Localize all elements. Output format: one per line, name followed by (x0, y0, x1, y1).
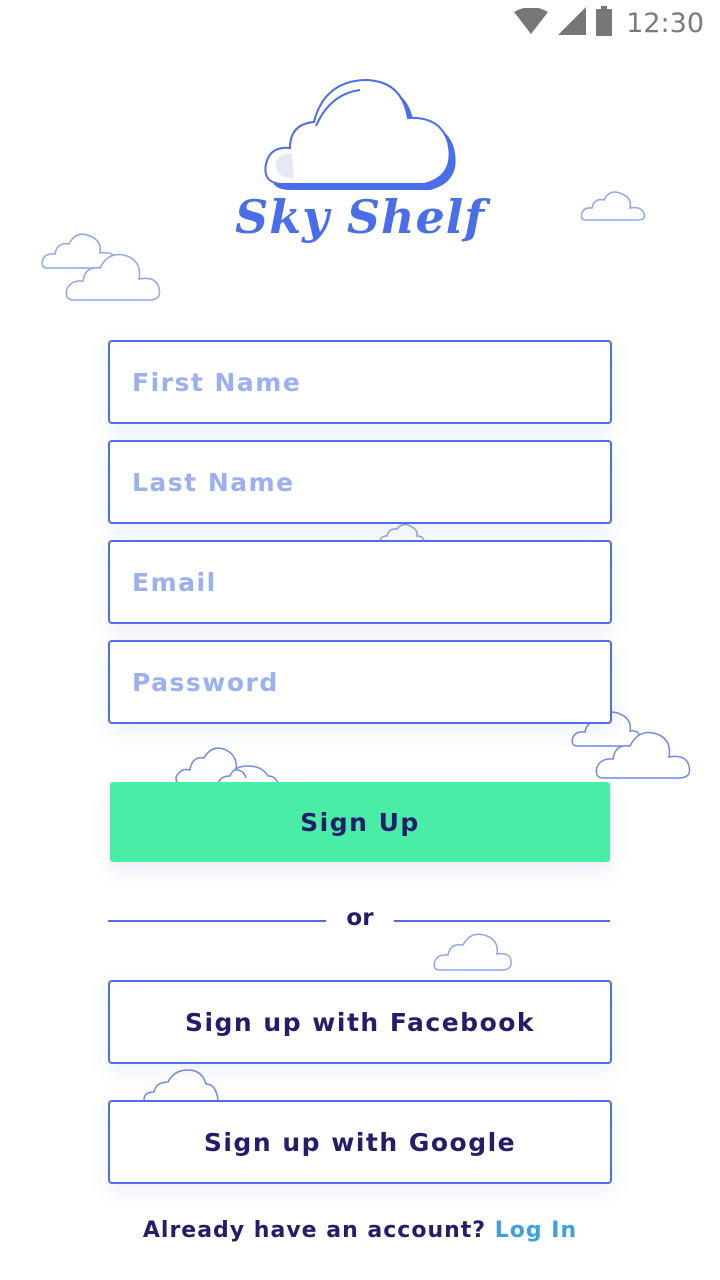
login-prompt: Already have an account? Log In (0, 1218, 720, 1243)
password-input[interactable] (110, 642, 610, 722)
divider-line-right (394, 920, 610, 922)
last-name-field[interactable] (108, 440, 612, 524)
login-link[interactable]: Log In (495, 1218, 577, 1243)
cloud-icon (65, 253, 161, 301)
divider-line-left (108, 920, 326, 922)
status-bar: 12:30 (0, 0, 720, 50)
cloud-icon (143, 1069, 219, 1101)
cloud-logo-icon (264, 78, 456, 190)
cloud-icon (433, 933, 512, 971)
cloud-icon (595, 731, 691, 779)
sign-up-button[interactable]: Sign Up (110, 782, 610, 862)
last-name-input[interactable] (110, 442, 610, 522)
divider-label: or (346, 905, 374, 931)
wifi-icon (514, 7, 549, 38)
battery-icon (596, 6, 613, 40)
google-signup-button[interactable]: Sign up with Google (108, 1100, 612, 1184)
login-prompt-text: Already have an account? (142, 1218, 487, 1243)
status-time: 12:30 (626, 7, 704, 39)
app-title: Sky Shelf (234, 190, 486, 244)
facebook-signup-button[interactable]: Sign up with Facebook (108, 980, 612, 1064)
email-input[interactable] (110, 542, 610, 622)
first-name-input[interactable] (110, 342, 610, 422)
status-icons: 12:30 (514, 6, 704, 40)
email-field[interactable] (108, 540, 612, 624)
logo (250, 78, 480, 278)
cell-signal-icon (558, 7, 587, 39)
password-field[interactable] (108, 640, 612, 724)
first-name-field[interactable] (108, 340, 612, 424)
